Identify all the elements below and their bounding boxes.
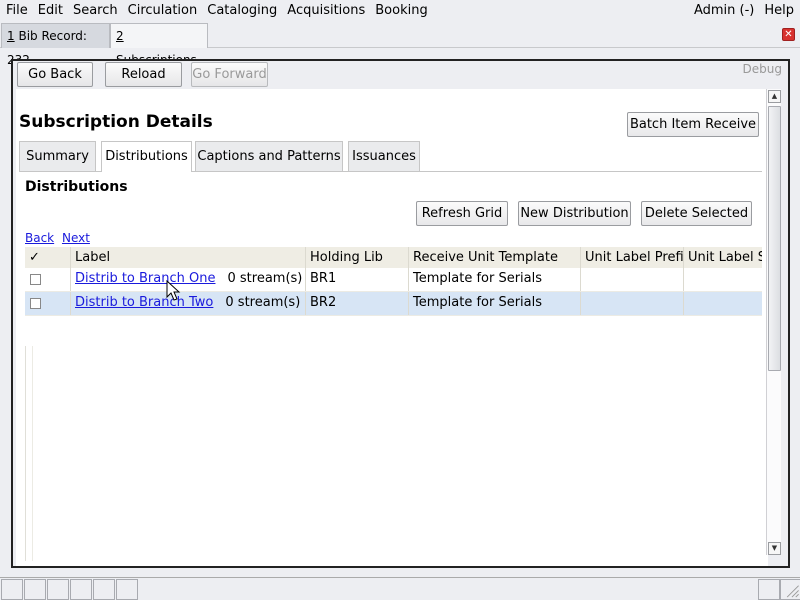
status-panel: [93, 579, 115, 600]
vertical-scrollbar[interactable]: ▲ ▼: [766, 89, 781, 555]
app-tab-bib-record[interactable]: 1 Bib Record: 232: [1, 23, 110, 67]
app-tab-subscriptions[interactable]: 2 Subscriptions: [110, 23, 208, 67]
column-header-label[interactable]: Label: [71, 247, 306, 268]
menu-circulation[interactable]: Circulation: [123, 0, 203, 22]
refresh-grid-button[interactable]: Refresh Grid: [416, 201, 508, 226]
subscription-tabs: Summary Distributions Captions and Patte…: [19, 141, 762, 172]
resize-grip-icon[interactable]: [780, 579, 800, 600]
tab-number: 2: [116, 29, 124, 43]
page-title: Subscription Details: [19, 112, 213, 132]
tab-number: 1: [7, 29, 15, 43]
status-panel: [758, 579, 780, 600]
stream-count: 0 stream(s): [225, 295, 301, 310]
stream-count: 0 stream(s): [227, 271, 303, 286]
pager: Back Next: [25, 231, 94, 245]
suffix-cell: [684, 292, 762, 315]
row-select-cell: [25, 292, 71, 315]
column-header-unit-label-prefix[interactable]: Unit Label Prefix: [581, 247, 684, 268]
column-header-unit-label-suffix[interactable]: Unit Label Su: [684, 247, 762, 268]
pager-back-link[interactable]: Back: [25, 231, 54, 245]
menu-acquisitions[interactable]: Acquisitions: [282, 0, 370, 22]
menu-booking[interactable]: Booking: [370, 0, 432, 22]
row-select-cell: [25, 268, 71, 291]
label-cell: Distrib to Branch Two 0 stream(s): [71, 292, 306, 315]
status-panel: [47, 579, 69, 600]
go-back-button[interactable]: Go Back: [17, 62, 93, 87]
tab-captions-and-patterns[interactable]: Captions and Patterns: [195, 141, 343, 171]
delete-selected-button[interactable]: Delete Selected: [641, 201, 752, 226]
scrollbar-thumb[interactable]: [768, 106, 781, 371]
distribution-link[interactable]: Distrib to Branch Two: [75, 295, 213, 310]
status-bar: [0, 577, 800, 600]
arrow-up-icon[interactable]: ▲: [768, 90, 781, 103]
status-panel: [116, 579, 138, 600]
menu-edit[interactable]: Edit: [33, 0, 68, 22]
menu-cataloging[interactable]: Cataloging: [202, 0, 282, 22]
section-title: Distributions: [25, 179, 128, 195]
status-panel: [24, 579, 46, 600]
column-header-holding-lib[interactable]: Holding Lib: [306, 247, 409, 268]
mouse-pointer-icon: [166, 280, 181, 301]
new-distribution-button[interactable]: New Distribution: [518, 201, 631, 226]
column-header-select[interactable]: ✓: [25, 247, 71, 268]
go-forward-button[interactable]: Go Forward: [191, 62, 268, 87]
row-checkbox[interactable]: [30, 298, 41, 309]
grid-header: ✓ Label Holding Lib Receive Unit Templat…: [25, 247, 762, 268]
distributions-grid: ✓ Label Holding Lib Receive Unit Templat…: [25, 247, 762, 316]
grid-empty-area: [25, 346, 73, 561]
table-row[interactable]: Distrib to Branch Two 0 stream(s) BR2 Tem…: [25, 292, 762, 316]
pager-next-link[interactable]: Next: [62, 231, 90, 245]
debug-link[interactable]: Debug: [743, 62, 782, 76]
close-icon[interactable]: ✕: [782, 28, 795, 41]
reload-button[interactable]: Reload: [105, 62, 182, 87]
label-cell: Distrib to Branch One 0 stream(s): [71, 268, 306, 291]
suffix-cell: [684, 268, 762, 291]
prefix-cell: [581, 292, 684, 315]
navigation-bar: Go Back Reload Go Forward Debug: [13, 61, 788, 89]
menu-help[interactable]: Help: [759, 0, 800, 22]
tab-summary[interactable]: Summary: [19, 141, 96, 171]
row-checkbox[interactable]: [30, 274, 41, 285]
batch-item-receive-button[interactable]: Batch Item Receive: [627, 112, 759, 137]
prefix-cell: [581, 268, 684, 291]
distribution-link[interactable]: Distrib to Branch One: [75, 271, 215, 286]
column-header-receive-unit-template[interactable]: Receive Unit Template: [409, 247, 581, 268]
status-panel: [1, 579, 23, 600]
arrow-down-icon[interactable]: ▼: [768, 542, 781, 555]
tab-issuances[interactable]: Issuances: [348, 141, 420, 171]
holding-lib-cell: BR1: [306, 268, 409, 291]
menu-admin[interactable]: Admin (-): [689, 0, 759, 22]
page-content: Subscription Details Batch Item Receive …: [16, 89, 768, 566]
table-row[interactable]: Distrib to Branch One 0 stream(s) BR1 Tem…: [25, 268, 762, 292]
menu-bar: File Edit Search Circulation Cataloging …: [0, 0, 800, 22]
menu-file[interactable]: File: [0, 0, 33, 22]
template-cell: Template for Serials: [409, 292, 581, 315]
status-panel: [70, 579, 92, 600]
holding-lib-cell: BR2: [306, 292, 409, 315]
app-tab-strip: 1 Bib Record: 232 2 Subscriptions ✕: [0, 22, 800, 67]
content-frame: Go Back Reload Go Forward Debug Subscrip…: [11, 59, 790, 568]
menu-search[interactable]: Search: [68, 0, 123, 22]
tab-distributions[interactable]: Distributions: [101, 141, 192, 172]
template-cell: Template for Serials: [409, 268, 581, 291]
